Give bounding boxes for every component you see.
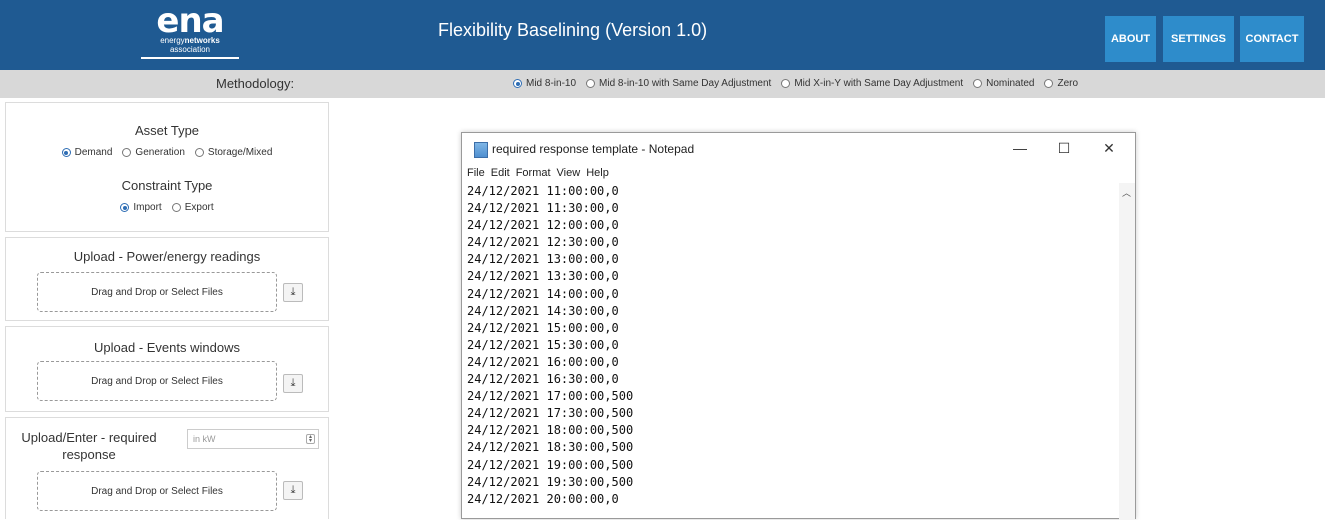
- menu-help[interactable]: Help: [586, 167, 609, 179]
- methodology-label: Methodology:: [216, 76, 295, 91]
- settings-button[interactable]: SETTINGS: [1163, 16, 1234, 62]
- text-line: 24/12/2021 11:00:00,0: [467, 184, 619, 198]
- upload-readings-dropzone[interactable]: Drag and Drop or Select Files: [37, 272, 277, 312]
- text-line: 24/12/2021 17:00:00,500: [467, 389, 634, 404]
- app-header: ena energynetworks association Flexibili…: [0, 0, 1325, 70]
- radio-icon: [122, 148, 132, 157]
- radio-selected-icon: [513, 79, 522, 88]
- text-line: 24/12/2021 18:00:00,500: [467, 423, 634, 438]
- upload-response-panel: Upload/Enter - required response in kW ▴…: [5, 417, 329, 519]
- methodology-option-mid-x-in-y-sda[interactable]: Mid X-in-Y with Same Day Adjustment: [781, 78, 963, 89]
- radio-icon: [194, 148, 204, 157]
- constraint-type-options: Import Export: [6, 202, 328, 213]
- text-line: 24/12/2021 20:00:00,0: [467, 491, 619, 506]
- radio-icon: [586, 79, 596, 88]
- upload-response-title: Upload/Enter - required response: [21, 430, 157, 462]
- radio-selected-icon: [120, 203, 130, 212]
- required-response-input[interactable]: in kW ▴ ▾: [187, 429, 319, 449]
- asset-option-demand[interactable]: Demand: [61, 147, 112, 158]
- radio-icon: [1044, 79, 1054, 88]
- upload-readings-title: Upload - Power/energy readings: [73, 249, 261, 264]
- asset-type-options: Demand Generation Storage/Mixed: [6, 147, 328, 158]
- constraint-option-export[interactable]: Export: [171, 202, 214, 213]
- text-line: 24/12/2021 14:00:00,0: [467, 286, 619, 301]
- radio-icon: [973, 79, 983, 88]
- menu-edit[interactable]: Edit: [491, 167, 510, 179]
- notepad-menu-bar: File Edit Format View Help: [467, 167, 615, 179]
- download-icon: ⤓: [290, 377, 296, 389]
- asset-type-title: Asset Type: [134, 123, 200, 138]
- upload-events-title: Upload - Events windows: [94, 340, 240, 355]
- text-line: 24/12/2021 12:00:00,0: [467, 218, 619, 233]
- radio-icon: [781, 79, 791, 88]
- text-line: 24/12/2021 13:30:00,0: [467, 269, 619, 284]
- text-line: 24/12/2021 15:00:00,0: [467, 320, 619, 335]
- close-button[interactable]: ✕: [1094, 137, 1124, 159]
- download-icon: ⤓: [290, 286, 296, 298]
- methodology-option-zero[interactable]: Zero: [1044, 78, 1078, 89]
- spinner-icon[interactable]: ▴ ▾: [306, 434, 315, 444]
- radio-selected-icon: [61, 148, 71, 157]
- upload-readings-panel: Upload - Power/energy readings Drag and …: [5, 237, 329, 321]
- download-events-template-button[interactable]: ⤓: [283, 374, 303, 393]
- text-line: 24/12/2021 16:00:00,0: [467, 354, 619, 369]
- contact-button[interactable]: CONTACT: [1240, 16, 1304, 62]
- logo-underline: [141, 57, 239, 59]
- text-line: 24/12/2021 19:00:00,500: [467, 457, 634, 472]
- upload-events-dropzone[interactable]: Drag and Drop or Select Files: [37, 361, 277, 401]
- asset-option-storage-mixed[interactable]: Storage/Mixed: [194, 147, 272, 158]
- ena-logo: ena energynetworks association: [138, 1, 242, 66]
- notepad-icon: [474, 142, 488, 158]
- logo-tagline-2: association: [169, 45, 211, 54]
- radio-icon: [171, 203, 181, 212]
- download-readings-template-button[interactable]: ⤓: [283, 283, 303, 302]
- menu-view[interactable]: View: [557, 167, 581, 179]
- download-response-template-button[interactable]: ⤓: [283, 481, 303, 500]
- notepad-window: required response template - Notepad — ☐…: [461, 132, 1136, 520]
- download-icon: ⤓: [290, 484, 296, 496]
- text-line: 24/12/2021 17:30:00,500: [467, 406, 634, 421]
- text-line: 24/12/2021 18:30:00,500: [467, 440, 634, 455]
- text-line: 24/12/2021 12:30:00,0: [467, 235, 619, 250]
- menu-format[interactable]: Format: [516, 167, 551, 179]
- notepad-text-area[interactable]: 24/12/2021 11:00:00,0 24/12/2021 11:30:0…: [467, 183, 1119, 520]
- text-line: 24/12/2021 13:00:00,0: [467, 252, 619, 267]
- methodology-options: Mid 8-in-10 Mid 8-in-10 with Same Day Ad…: [513, 78, 1088, 89]
- scroll-up-icon[interactable]: ︿: [1122, 186, 1131, 199]
- logo-word: ena: [156, 1, 224, 41]
- upload-response-dropzone[interactable]: Drag and Drop or Select Files: [37, 471, 277, 511]
- methodology-option-nominated[interactable]: Nominated: [973, 78, 1034, 89]
- menu-file[interactable]: File: [467, 167, 485, 179]
- about-button[interactable]: ABOUT: [1105, 16, 1156, 62]
- text-line: 24/12/2021 11:30:00,0: [467, 201, 619, 216]
- upload-events-panel: Upload - Events windows Drag and Drop or…: [5, 326, 329, 412]
- text-line: 24/12/2021 14:30:00,0: [467, 303, 619, 318]
- constraint-type-title: Constraint Type: [121, 178, 213, 193]
- notepad-title: required response template - Notepad: [492, 142, 695, 156]
- asset-option-generation[interactable]: Generation: [122, 147, 185, 158]
- logo-tagline-1: energynetworks: [160, 36, 220, 45]
- methodology-bar: Methodology: Mid 8-in-10 Mid 8-in-10 wit…: [0, 70, 1325, 98]
- constraint-option-import[interactable]: Import: [120, 202, 162, 213]
- text-line: 24/12/2021 15:30:00,0: [467, 337, 619, 352]
- asset-constraint-panel: Asset Type Demand Generation Storage/Mix…: [5, 102, 329, 232]
- app-title: Flexibility Baselining (Version 1.0): [438, 20, 708, 40]
- minimize-button[interactable]: —: [1005, 137, 1035, 159]
- methodology-option-mid-8-in-10[interactable]: Mid 8-in-10: [513, 78, 576, 89]
- vertical-scrollbar[interactable]: ︿: [1119, 183, 1135, 520]
- text-line: 24/12/2021 19:30:00,500: [467, 474, 634, 489]
- text-line: 24/12/2021 16:30:00,0: [467, 372, 619, 387]
- maximize-button[interactable]: ☐: [1049, 137, 1079, 159]
- methodology-option-mid-8-in-10-sda[interactable]: Mid 8-in-10 with Same Day Adjustment: [586, 78, 771, 89]
